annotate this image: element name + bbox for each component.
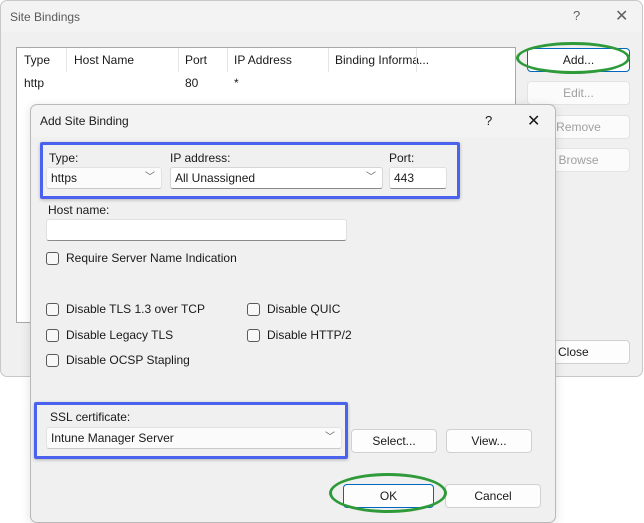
bindings-list-header: Type Host Name Port IP Address Binding I… xyxy=(17,48,515,72)
ok-button-highlight xyxy=(329,473,447,513)
host-name-input[interactable] xyxy=(46,219,347,241)
table-row[interactable]: http 80 * xyxy=(17,74,515,94)
disable-legacy-tls-checkbox[interactable]: Disable Legacy TLS xyxy=(46,327,173,343)
column-header-ip-address[interactable]: IP Address xyxy=(234,53,292,67)
column-divider[interactable] xyxy=(328,48,329,72)
column-divider[interactable] xyxy=(416,48,417,72)
disable-http2-checkbox[interactable]: Disable HTTP/2 xyxy=(247,327,352,343)
disable-tls13-checkbox[interactable]: Disable TLS 1.3 over TCP xyxy=(46,301,205,317)
ssl-certificate-highlight xyxy=(34,402,348,459)
require-sni-checkbox[interactable]: Require Server Name Indication xyxy=(46,250,237,266)
checkbox-box[interactable] xyxy=(46,353,59,367)
column-header-type[interactable]: Type xyxy=(24,53,50,67)
binding-fields-highlight xyxy=(40,142,460,199)
column-header-binding-info[interactable]: Binding Informa... xyxy=(335,53,429,67)
close-icon[interactable]: ✕ xyxy=(527,111,540,131)
cell-port: 80 xyxy=(185,76,199,90)
column-header-host-name[interactable]: Host Name xyxy=(74,53,134,67)
disable-quic-checkbox[interactable]: Disable QUIC xyxy=(247,301,340,317)
add-site-binding-titlebar: Add Site Binding ? ✕ xyxy=(31,105,555,137)
disable-ocsp-stapling-label: Disable OCSP Stapling xyxy=(66,353,190,367)
cancel-button[interactable]: Cancel xyxy=(445,484,541,508)
cell-type: http xyxy=(24,76,45,90)
require-sni-label: Require Server Name Indication xyxy=(66,251,237,265)
checkbox-box[interactable] xyxy=(46,328,59,342)
column-divider[interactable] xyxy=(227,48,228,72)
disable-tls13-label: Disable TLS 1.3 over TCP xyxy=(66,302,205,316)
select-certificate-button[interactable]: Select... xyxy=(351,429,437,453)
view-certificate-button[interactable]: View... xyxy=(446,429,532,453)
cell-ip-address: * xyxy=(234,76,239,90)
site-bindings-title: Site Bindings xyxy=(10,10,81,24)
column-divider[interactable] xyxy=(66,48,67,72)
checkbox-box[interactable] xyxy=(46,251,59,265)
disable-legacy-tls-label: Disable Legacy TLS xyxy=(66,328,174,342)
checkbox-box[interactable] xyxy=(46,302,59,316)
close-icon[interactable]: ✕ xyxy=(615,6,628,26)
checkbox-box[interactable] xyxy=(247,302,260,316)
add-site-binding-title: Add Site Binding xyxy=(40,114,129,128)
host-name-label: Host name: xyxy=(48,203,110,217)
disable-http2-label: Disable HTTP/2 xyxy=(267,328,352,342)
help-button[interactable]: ? xyxy=(573,8,580,23)
site-bindings-titlebar: Site Bindings ? ✕ xyxy=(1,1,642,32)
column-header-port[interactable]: Port xyxy=(185,53,207,67)
disable-ocsp-stapling-checkbox[interactable]: Disable OCSP Stapling xyxy=(46,352,190,368)
disable-quic-label: Disable QUIC xyxy=(267,302,341,316)
add-button-highlight xyxy=(516,42,630,74)
column-divider[interactable] xyxy=(178,48,179,72)
edit-button[interactable]: Edit... xyxy=(527,81,630,105)
checkbox-box[interactable] xyxy=(247,328,260,342)
help-button[interactable]: ? xyxy=(485,113,492,128)
